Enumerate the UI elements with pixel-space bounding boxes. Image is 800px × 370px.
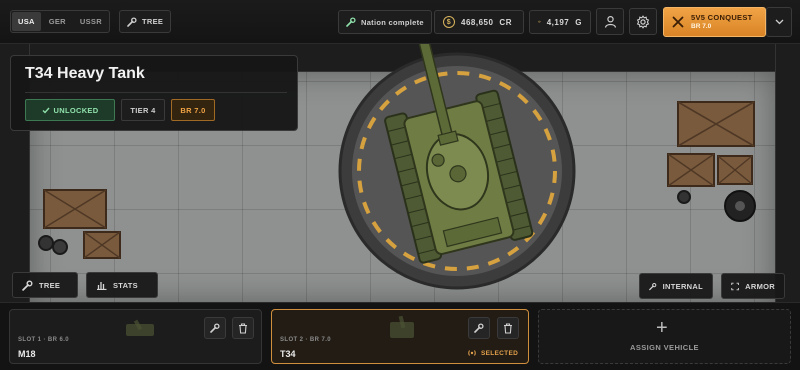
nation-complete-button[interactable]: Nation complete (338, 10, 432, 34)
vehicle-slot-1[interactable]: SLOT 1 · BR 6.0 M18 (9, 309, 262, 364)
settings-button[interactable] (629, 8, 657, 35)
selected-indicator: SELECTED (467, 349, 518, 357)
diamond-icon (538, 20, 541, 24)
slot-2-vehicle-name: T34 (280, 349, 296, 359)
wrench-icon (474, 323, 484, 333)
wrench-icon (649, 282, 657, 290)
gold-value: 4,197 (546, 17, 570, 27)
user-icon (604, 15, 616, 28)
stats-button[interactable]: STATS (86, 272, 158, 298)
checkmark-icon (42, 107, 50, 114)
unlocked-label: UNLOCKED (53, 105, 99, 115)
gold-unit: G (575, 17, 582, 27)
trash-icon (239, 322, 247, 334)
frame-corners-icon (731, 282, 739, 290)
nation-tab-ger[interactable]: GER (43, 12, 72, 31)
vehicle-name: T34 Heavy Tank (25, 65, 145, 82)
credits-balance[interactable]: $ 468,650 CR (434, 10, 524, 34)
assign-vehicle-label: ASSIGN VEHICLE (630, 343, 699, 352)
vehicle-slot-2[interactable]: SLOT 2 · BR 7.0 T34 SELECTED (271, 309, 529, 364)
wrench-icon (127, 16, 137, 27)
game-mode-dropdown[interactable] (766, 7, 792, 37)
gold-balance[interactable]: 4,197 G (529, 10, 591, 34)
vehicle-info-card: T34 Heavy Tank UNLOCKED TIER 4 BR 7.0 (10, 55, 298, 131)
slot-2-customize-button[interactable] (468, 317, 490, 339)
bar-chart-icon (97, 282, 107, 290)
trash-icon (504, 322, 512, 334)
slot-1-label: SLOT 1 · BR 6.0 (18, 337, 70, 343)
wrench-icon (346, 17, 356, 27)
nation-selector: USA GER USSR (10, 10, 110, 33)
nation-complete-label: Nation complete (361, 17, 424, 27)
vehicle-thumbnail (126, 319, 154, 336)
wrench-icon (210, 323, 220, 333)
game-mode-br: BR 7.0 (691, 22, 712, 30)
game-mode-text: 5V5 CONQUEST BR 7.0 (691, 12, 753, 30)
credits-value: 468,650 (461, 17, 494, 27)
slot-1-vehicle-name: M18 (18, 349, 36, 359)
assign-vehicle-slot[interactable]: + ASSIGN VEHICLE (538, 309, 791, 364)
unlocked-badge: UNLOCKED (25, 99, 115, 121)
tech-tree-label: TREE (142, 17, 164, 26)
card-divider (25, 92, 287, 93)
armor-view-button[interactable]: ARMOR (721, 273, 785, 299)
slot-2-remove-button[interactable] (497, 317, 519, 339)
slot-1-remove-button[interactable] (232, 317, 254, 339)
slot-2-label: SLOT 2 · BR 7.0 (280, 337, 332, 343)
credits-coin-icon: $ (443, 16, 455, 28)
wrench-icon (22, 279, 33, 291)
slot-1-customize-button[interactable] (204, 317, 226, 339)
stats-button-label: STATS (113, 280, 138, 290)
profile-button[interactable] (596, 8, 624, 35)
plus-icon: + (656, 317, 668, 339)
tier-badge: TIER 4 (121, 99, 165, 121)
credits-unit: CR (499, 17, 512, 27)
tech-tree-button[interactable]: TREE (119, 10, 172, 33)
internal-view-label: INTERNAL (662, 281, 703, 291)
game-mode-title: 5V5 CONQUEST (691, 12, 753, 22)
nation-tab-ussr[interactable]: USSR (74, 12, 108, 31)
tree-button-label: TREE (39, 280, 61, 290)
vehicle-thumbnail (390, 316, 414, 338)
internal-view-button[interactable]: INTERNAL (639, 273, 713, 299)
chevron-down-icon (775, 19, 783, 25)
battle-rating-badge: BR 7.0 (171, 99, 215, 121)
crate-stack-left (38, 189, 121, 259)
selected-label: SELECTED (481, 349, 519, 357)
gear-icon (636, 14, 650, 29)
tree-button[interactable]: TREE (12, 272, 78, 298)
crate-stack-right (667, 101, 756, 222)
armor-view-label: ARMOR (745, 281, 775, 291)
game-mode-button[interactable]: 5V5 CONQUEST BR 7.0 (663, 7, 766, 37)
top-bar: USA GER USSR TREE Nation complete $ 468,… (0, 0, 800, 44)
signal-icon (468, 350, 476, 356)
crossed-swords-icon (672, 16, 684, 28)
nation-tab-usa[interactable]: USA (12, 12, 41, 31)
